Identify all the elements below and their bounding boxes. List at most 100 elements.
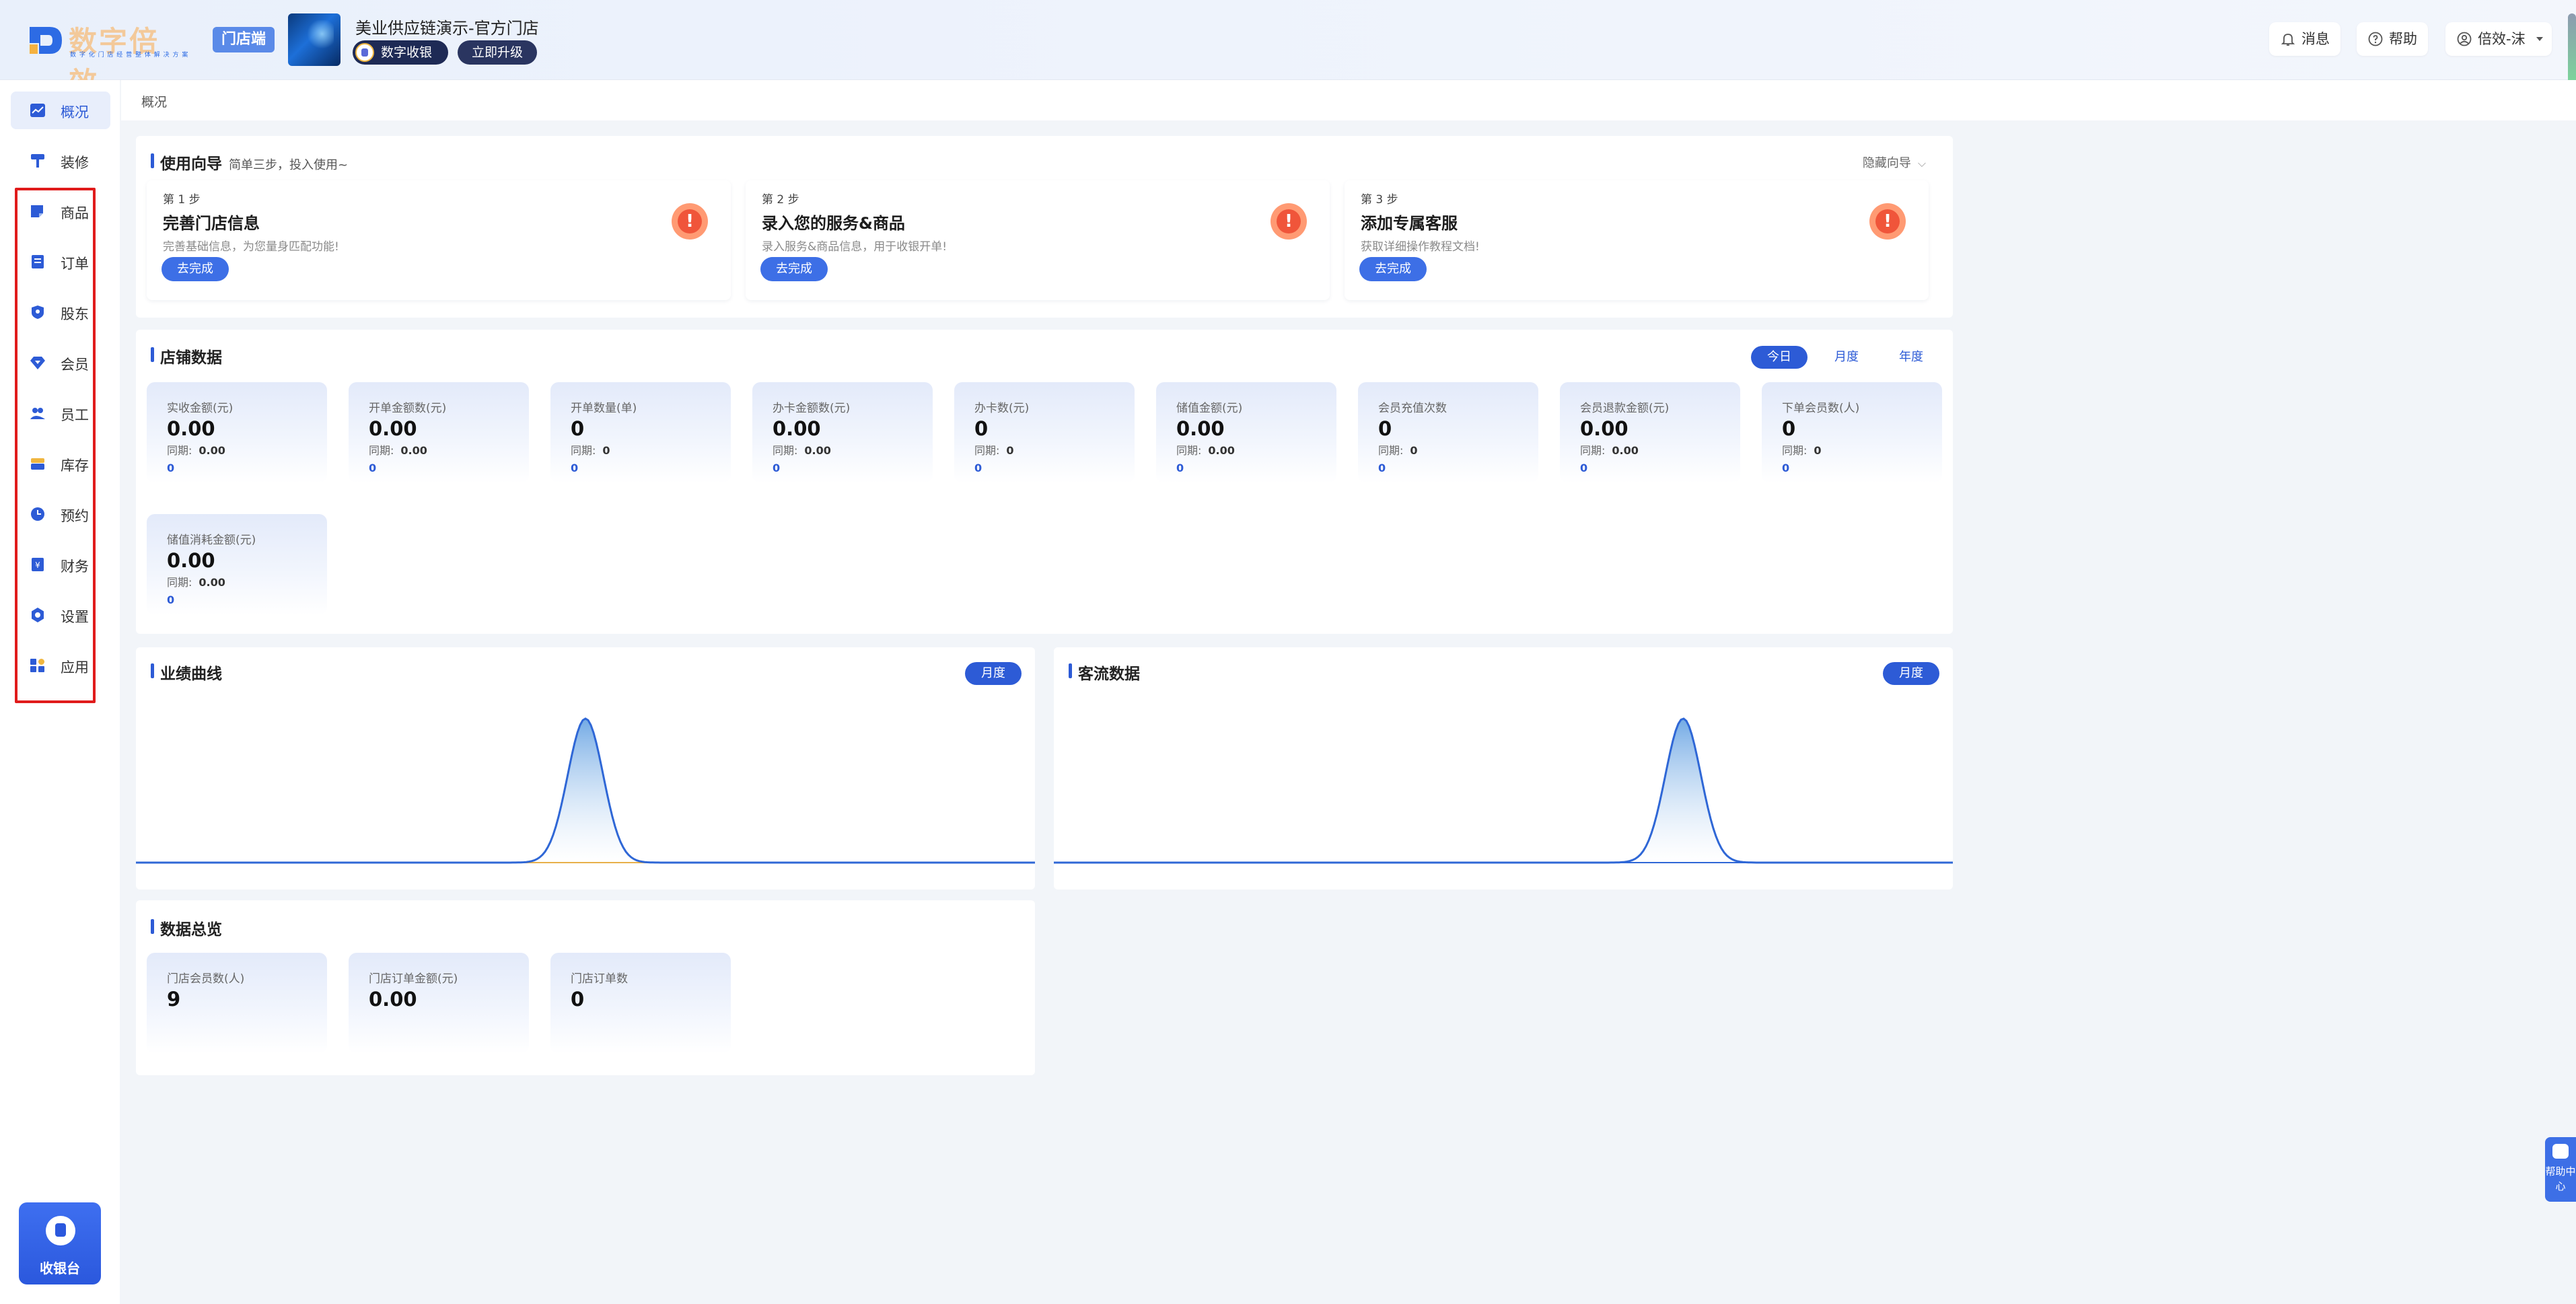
bell-icon xyxy=(2281,34,2295,46)
user-menu[interactable]: 倍效-沫 xyxy=(2445,22,2552,56)
period-label: 同期: xyxy=(1580,444,1606,457)
traffic-period-pill[interactable]: 月度 xyxy=(1883,662,1939,685)
traffic-chart-title: 客流数据 xyxy=(1069,661,1140,684)
stat-value: 0.00 xyxy=(167,417,215,440)
stat-change: 0 xyxy=(773,462,781,474)
step-complete-button[interactable]: 去完成 xyxy=(1359,257,1427,281)
guide-step-1: 第 1 步 完善门店信息 完善基础信息，为您量身匹配功能! 去完成 xyxy=(147,180,731,300)
stat-label: 会员退款金额(元) xyxy=(1580,402,1670,415)
stat-card: 储值消耗金额(元) 0.00 同期: 0.00 0 xyxy=(147,514,327,615)
stat-card: 储值金额(元) 0.00 同期: 0.00 0 xyxy=(1156,382,1336,483)
cashier-desk-label: 收银台 xyxy=(40,1260,80,1276)
help-label: 帮助 xyxy=(2389,31,2417,47)
period-label: 同期: xyxy=(167,444,192,457)
stat-change: 0 xyxy=(167,593,175,606)
stat-label: 储值消耗金额(元) xyxy=(167,534,256,547)
traffic-chart xyxy=(1054,717,1953,864)
messages-button[interactable]: 消息 xyxy=(2269,22,2340,56)
stat-period: 同期: 0 xyxy=(974,441,1014,458)
sidebar-item-overview[interactable]: 概况 xyxy=(11,92,110,129)
data-overview-title: 数据总览 xyxy=(151,916,222,939)
tab-monthly[interactable]: 月度 xyxy=(1818,346,1875,369)
stat-card: 会员充值次数 0 同期: 0 0 xyxy=(1358,382,1538,483)
scrollbar-handle[interactable] xyxy=(2568,13,2576,85)
sidebar-item-label: 装修 xyxy=(61,155,89,171)
stat-value: 0 xyxy=(1782,417,1796,440)
period-label: 同期: xyxy=(773,444,798,457)
stat-period: 同期: 0.00 xyxy=(369,441,427,458)
stat-period: 同期: 0.00 xyxy=(1580,441,1639,458)
stat-period: 同期: 0.00 xyxy=(1176,441,1235,458)
cashier-desk-icon xyxy=(46,1216,75,1245)
highlight-frame xyxy=(15,188,96,703)
user-icon xyxy=(2457,32,2472,46)
usage-guide-card: 使用向导简单三步，投入使用~ 隐藏向导 第 1 步 完善门店信息 完善基础信息，… xyxy=(136,136,1953,318)
stat-change: 0 xyxy=(571,462,579,474)
performance-period-pill[interactable]: 月度 xyxy=(965,662,1022,685)
period-label: 同期: xyxy=(369,444,394,457)
stat-card: 下单会员数(人) 0 同期: 0 0 xyxy=(1762,382,1942,483)
stat-label: 门店订单数 xyxy=(571,972,628,986)
cashier-desk-button[interactable]: 收银台 xyxy=(19,1202,101,1284)
step-complete-button[interactable]: 去完成 xyxy=(760,257,828,281)
stat-change: 0 xyxy=(167,462,175,474)
tab-today[interactable]: 今日 xyxy=(1751,346,1808,369)
step-complete-button[interactable]: 去完成 xyxy=(162,257,229,281)
series-area xyxy=(136,719,1035,863)
period-value: 0.00 xyxy=(1208,444,1235,457)
stat-label: 开单金额数(元) xyxy=(369,402,447,415)
digital-cashier-pill[interactable]: 数字收银 xyxy=(353,40,448,65)
overview-stat-card: 门店订单数 0 xyxy=(550,953,731,1054)
period-value: 0 xyxy=(1814,444,1822,457)
step-title: 录入您的服务&商品 xyxy=(762,214,905,233)
overview-stat-card: 门店会员数(人) 9 xyxy=(147,953,327,1054)
series-line xyxy=(1054,717,1953,864)
period-value: 0.00 xyxy=(400,444,427,457)
stat-card: 办卡金额数(元) 0.00 同期: 0.00 0 xyxy=(752,382,933,483)
period-value: 0.00 xyxy=(199,444,225,457)
step-description: 获取详细操作教程文档! xyxy=(1361,240,1480,254)
stat-value: 0.00 xyxy=(1176,417,1225,440)
stat-change: 0 xyxy=(369,462,377,474)
question-circle-icon xyxy=(2368,32,2383,46)
period-value: 0 xyxy=(1006,444,1014,457)
stat-period: 同期: 0 xyxy=(1378,441,1418,458)
guide-step-3: 第 3 步 添加专属客服 获取详细操作教程文档! 去完成 xyxy=(1345,180,1929,300)
help-button[interactable]: 帮助 xyxy=(2357,22,2428,56)
stat-label: 储值金额(元) xyxy=(1176,402,1243,415)
help-center-button[interactable]: 帮助中心 xyxy=(2545,1137,2576,1202)
upgrade-button[interactable]: 立即升级 xyxy=(458,40,537,65)
digital-cashier-label: 数字收银 xyxy=(381,45,433,60)
sidebar-item-label: 概况 xyxy=(61,104,89,120)
sidebar-item-decoration[interactable]: 装修 xyxy=(11,142,110,180)
brand-tagline: 数 字 化 门 店 经 营 整 体 解 决 方 案 xyxy=(70,52,189,59)
stat-label: 实收金额(元) xyxy=(167,402,234,415)
store-avatar[interactable] xyxy=(288,13,341,66)
usage-guide-title: 使用向导 简单三步，投入使用~ xyxy=(151,151,348,174)
stat-label: 开单数量(单) xyxy=(571,402,637,415)
stat-period: 同期: 0.00 xyxy=(167,441,225,458)
brand-logo[interactable]: 数字倍效 数 字 化 门 店 经 营 整 体 解 决 方 案 xyxy=(27,20,189,99)
period-value: 0.00 xyxy=(199,576,225,589)
breadcrumb-item[interactable]: 概况 xyxy=(141,92,167,110)
step-number: 第 3 步 xyxy=(1361,193,1398,207)
performance-chart-card: 业绩曲线 月度 xyxy=(136,647,1035,890)
step-title: 完善门店信息 xyxy=(163,214,260,233)
stat-value: 0.00 xyxy=(167,549,215,572)
stat-change: 0 xyxy=(1378,462,1386,474)
period-label: 同期: xyxy=(571,444,596,457)
stat-change: 0 xyxy=(1580,462,1588,474)
help-center-label: 帮助中心 xyxy=(2545,1165,2576,1192)
step-number: 第 2 步 xyxy=(762,193,799,207)
top-header: 数字倍效 数 字 化 门 店 经 营 整 体 解 决 方 案 门店端 美业供应链… xyxy=(0,0,2576,99)
stat-label: 办卡金额数(元) xyxy=(773,402,851,415)
chat-icon xyxy=(2552,1144,2569,1159)
warning-icon xyxy=(1869,203,1906,240)
hide-guide-toggle[interactable]: 隐藏向导 xyxy=(1863,153,1926,171)
stat-value: 0.00 xyxy=(369,988,417,1011)
cashier-badge-icon xyxy=(355,43,374,62)
stat-period: 同期: 0 xyxy=(571,441,610,458)
store-name[interactable]: 美业供应链演示-官方门店 xyxy=(355,15,539,38)
step-title: 添加专属客服 xyxy=(1361,214,1458,233)
tab-yearly[interactable]: 年度 xyxy=(1883,346,1939,369)
